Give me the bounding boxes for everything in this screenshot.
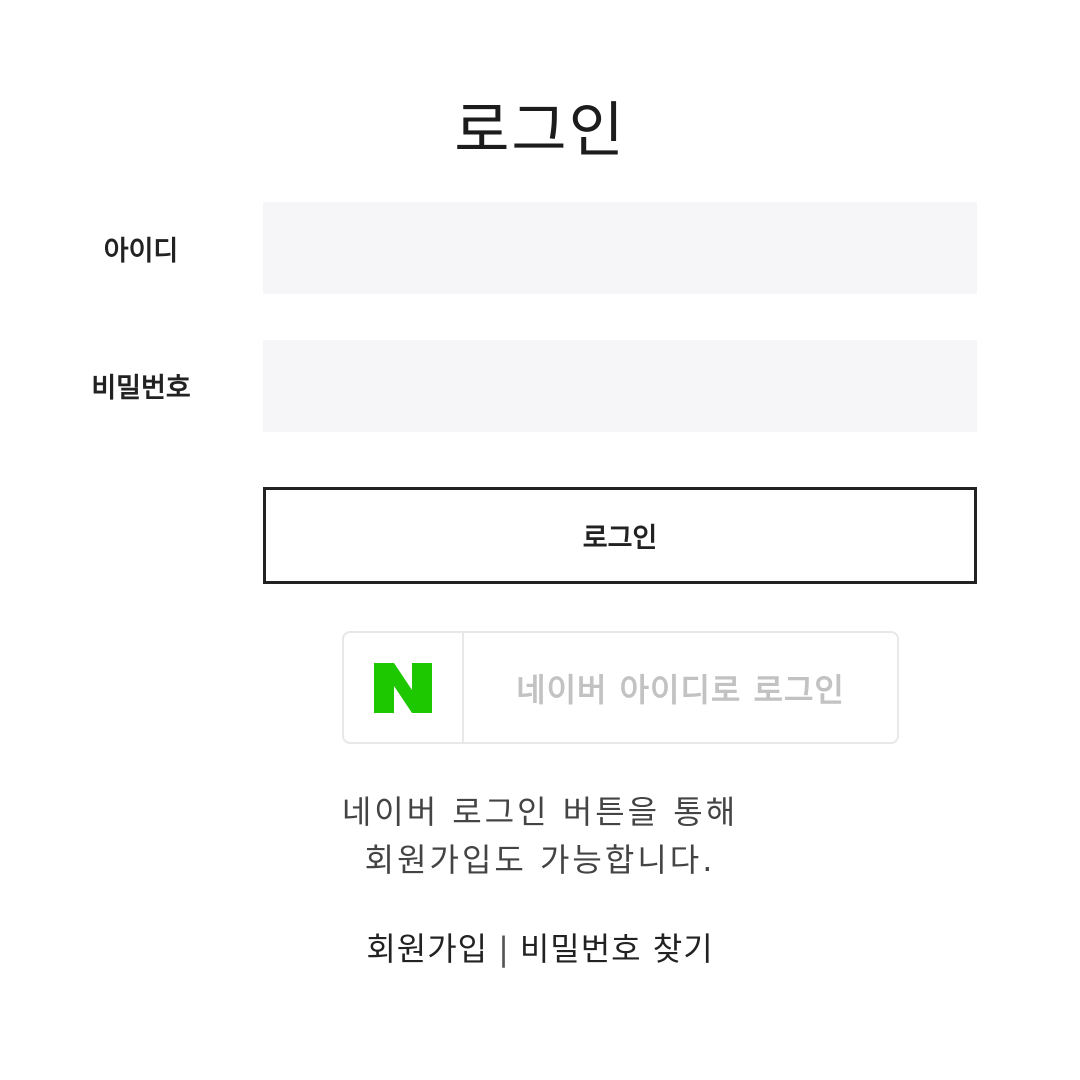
signup-note-line-2: 회원가입도 가능합니다.: [364, 841, 716, 879]
naver-login-label: 네이버 아이디로 로그인: [516, 670, 845, 709]
login-page: 로그인 아이디 비밀번호 로그인 네이버 아이디로 로그인 네이버 로그인 버튼…: [0, 0, 1080, 1080]
login-button-label: 로그인: [582, 523, 658, 554]
login-button[interactable]: 로그인: [263, 487, 977, 584]
password-input[interactable]: [263, 340, 977, 432]
password-label: 비밀번호: [91, 373, 191, 404]
naver-logo-icon: [374, 662, 432, 713]
footer-links: 회원가입 | 비밀번호 찾기: [0, 924, 1080, 970]
id-label: 아이디: [103, 236, 179, 267]
signup-link[interactable]: 회원가입: [366, 930, 488, 968]
id-input[interactable]: [263, 202, 977, 294]
naver-logo-container: [344, 633, 464, 742]
find-password-link[interactable]: 비밀번호 찾기: [520, 930, 714, 968]
link-separator: |: [498, 930, 510, 968]
signup-note-line-1: 네이버 로그인 버튼을 통해: [341, 793, 739, 831]
signup-note: 네이버 로그인 버튼을 통해 회원가입도 가능합니다.: [0, 788, 1080, 884]
naver-login-button[interactable]: 네이버 아이디로 로그인: [342, 631, 899, 744]
page-title: 로그인: [454, 96, 626, 166]
